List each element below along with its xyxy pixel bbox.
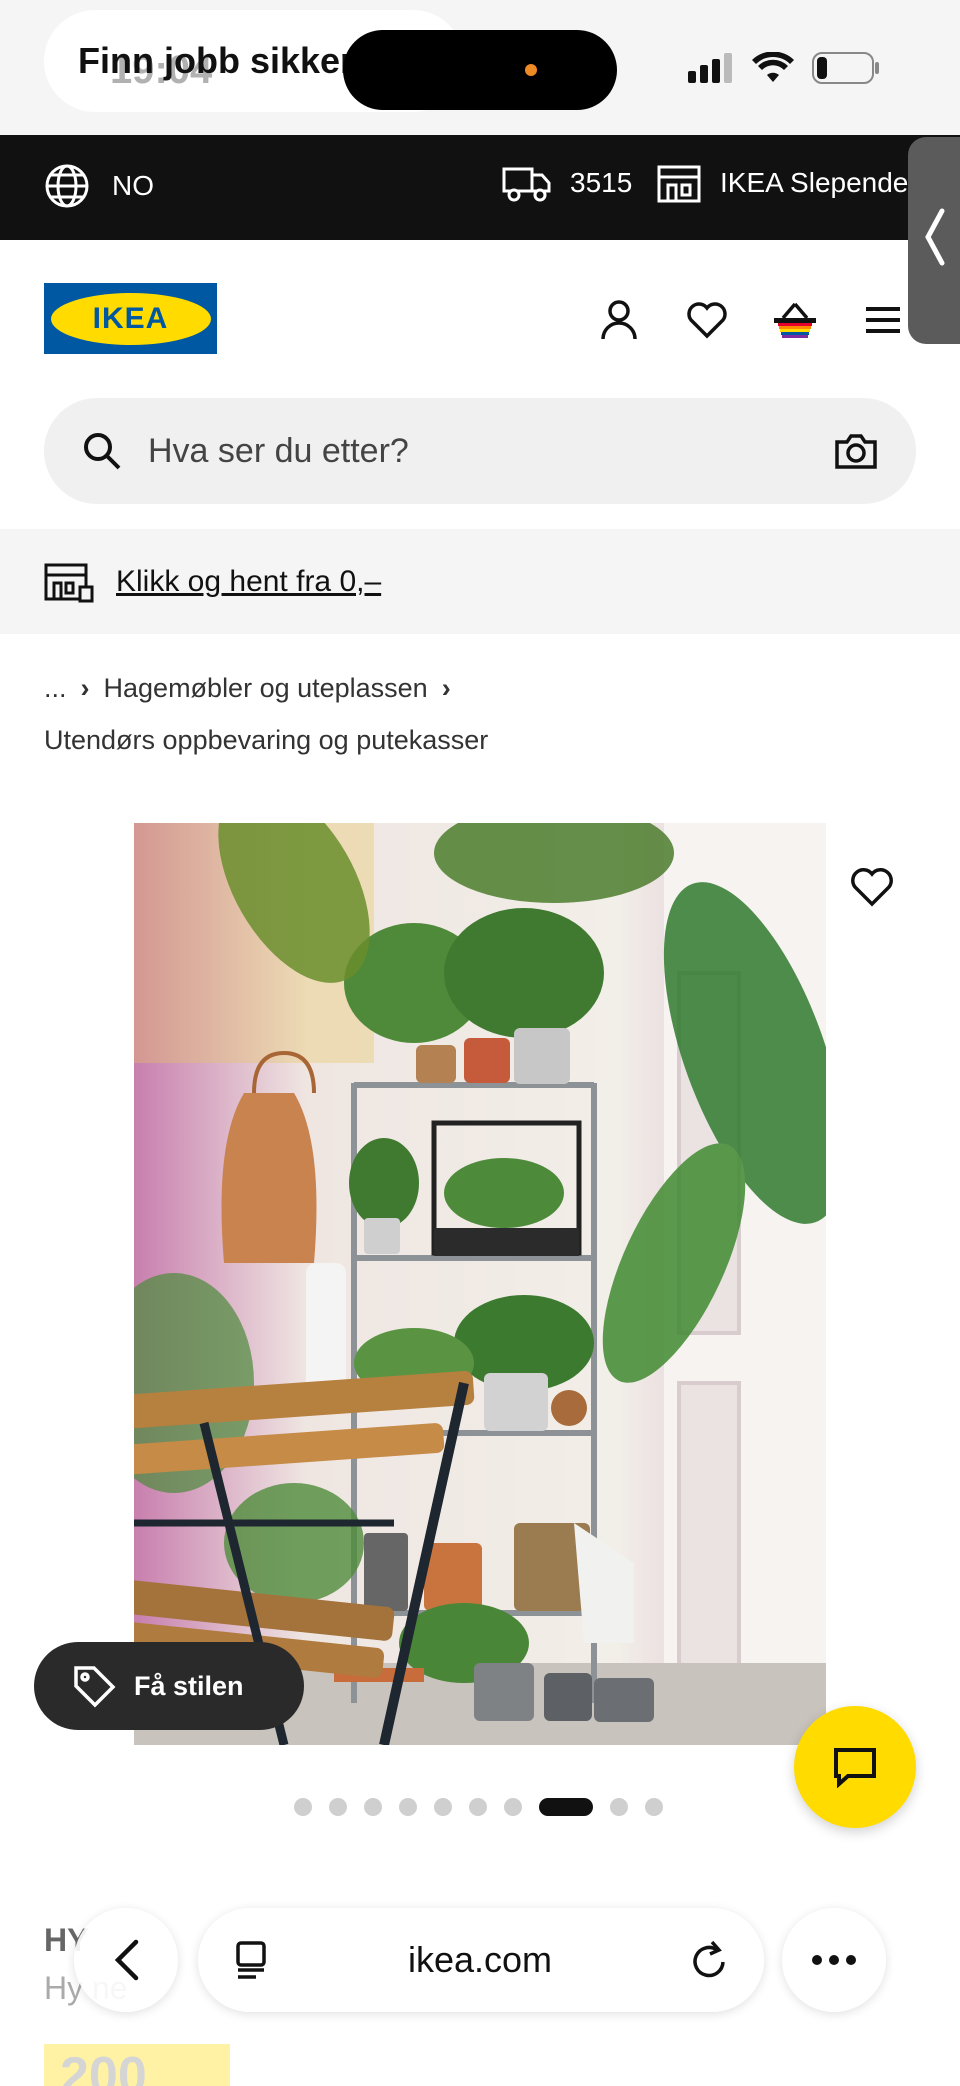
gallery-dot[interactable]	[645, 1798, 663, 1816]
wifi-icon	[752, 52, 794, 82]
chat-button[interactable]	[794, 1706, 916, 1828]
reload-icon[interactable]	[690, 1940, 728, 1980]
search-icon	[84, 433, 121, 470]
store-label: IKEA Slependen	[720, 167, 924, 198]
user-icon[interactable]	[594, 295, 644, 345]
tag-icon	[74, 1666, 116, 1708]
breadcrumb: ... › Hagemøbler og uteplassen › Utendørs o…	[44, 662, 924, 766]
breadcrumb-item-garden[interactable]: Hagemøbler og uteplassen	[104, 673, 428, 703]
gallery-dot[interactable]	[504, 1798, 522, 1816]
breadcrumb-item-storage[interactable]: Utendørs oppbevaring og putekasser	[44, 725, 488, 755]
logo-text: IKEA	[92, 301, 169, 335]
reader-icon[interactable]	[234, 1940, 270, 1980]
url-text: ikea.com	[407, 1939, 553, 1980]
camera-icon[interactable]	[834, 432, 878, 470]
chat-icon	[834, 1748, 876, 1788]
breadcrumb-separator: ›	[80, 673, 90, 703]
gallery-dot[interactable]	[399, 1798, 417, 1816]
get-the-look-label: Få stilen	[134, 1670, 244, 1701]
store-selector[interactable]: IKEA Slependen	[656, 163, 924, 203]
get-the-look-button[interactable]: Få stilen	[34, 1642, 304, 1730]
price-value: 200	[60, 2047, 147, 2086]
gallery-dot-active[interactable]	[539, 1798, 593, 1816]
dynamic-island	[343, 30, 617, 110]
search-bar[interactable]: Hva ser du etter?	[44, 398, 916, 504]
store-icon	[657, 165, 701, 203]
signal-icon	[688, 53, 732, 83]
gallery-dot[interactable]	[434, 1798, 452, 1816]
gallery-dot[interactable]	[329, 1798, 347, 1816]
menu-icon[interactable]	[858, 295, 908, 345]
gallery-pagination	[294, 1798, 663, 1816]
language-label: NO	[112, 170, 154, 201]
product-image[interactable]	[134, 823, 826, 1745]
gallery-dot[interactable]	[469, 1798, 487, 1816]
more-icon	[812, 1955, 856, 1965]
store-pickup-icon	[44, 563, 94, 602]
gallery-dot[interactable]	[364, 1798, 382, 1816]
site-header: IKEA	[0, 240, 960, 390]
truck-icon	[502, 167, 551, 202]
search-input[interactable]: Hva ser du etter?	[148, 432, 834, 471]
price-tag: 200	[44, 2044, 230, 2086]
top-bar: NO 3515 IKEA Slependen	[0, 135, 960, 240]
gallery-dot[interactable]	[294, 1798, 312, 1816]
breadcrumb-ellipsis[interactable]: ...	[44, 673, 67, 703]
status-bar: 19:04 Finn jobb sikker	[0, 0, 960, 135]
chevron-left-icon	[114, 1939, 139, 1981]
heart-icon[interactable]	[682, 295, 732, 345]
address-bar[interactable]: ikea.com	[198, 1908, 764, 2012]
ikea-logo[interactable]: IKEA	[44, 283, 217, 354]
postcode-selector[interactable]: 3515	[502, 163, 632, 203]
status-icons	[688, 52, 880, 84]
basket-icon[interactable]	[770, 295, 820, 345]
favorite-heart-icon[interactable]	[850, 866, 894, 910]
click-collect-banner: Klikk og hent fra 0,–	[0, 529, 960, 634]
browser-more-button[interactable]	[782, 1908, 886, 2012]
breadcrumb-separator: ›	[441, 673, 451, 703]
globe-icon	[45, 164, 89, 208]
battery-icon	[812, 52, 879, 84]
gallery-dot[interactable]	[610, 1798, 628, 1816]
notification-title: Finn jobb sikker	[78, 40, 355, 81]
postcode-label: 3515	[570, 167, 633, 198]
language-selector[interactable]: NO	[44, 163, 154, 209]
click-collect-link[interactable]: Klikk og hent fra 0,–	[116, 565, 381, 599]
browser-back-button[interactable]	[74, 1908, 178, 2012]
